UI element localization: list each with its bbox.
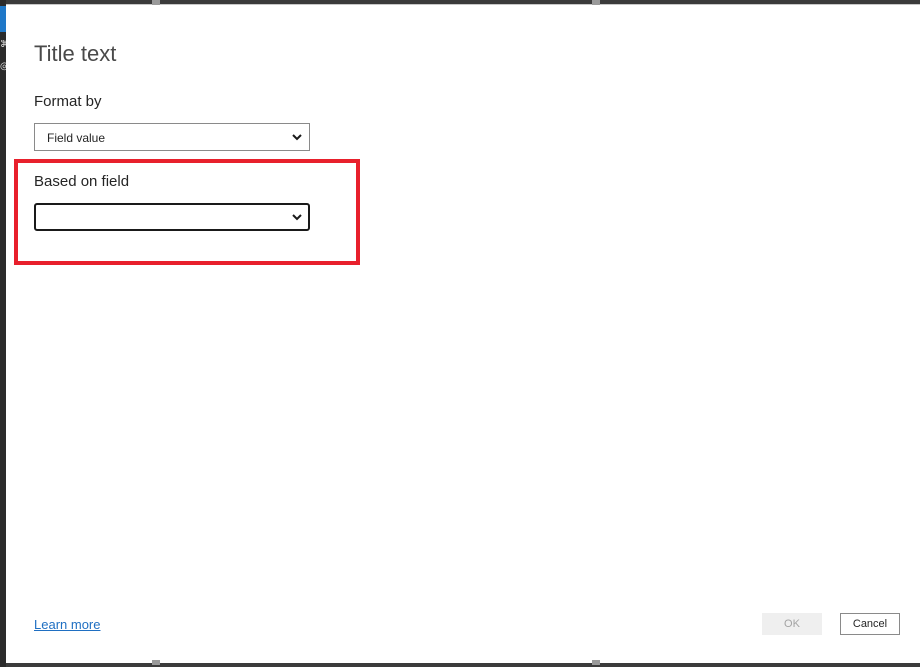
conditional-format-dialog: ✕ Title text Format by Field value Based… xyxy=(6,0,920,665)
resize-grip[interactable] xyxy=(152,0,160,5)
format-by-value: Field value xyxy=(47,131,106,145)
screen: ⌘ ◎ ✕ Title text Format by Field value B… xyxy=(0,0,920,667)
chevron-down-icon xyxy=(292,134,302,141)
learn-more-link[interactable]: Learn more xyxy=(34,617,100,632)
resize-grip[interactable] xyxy=(152,660,160,665)
chevron-down-icon xyxy=(292,214,302,221)
dialog-title: Title text xyxy=(34,41,117,66)
format-by-select[interactable]: Field value xyxy=(34,123,310,151)
cancel-button[interactable]: Cancel xyxy=(840,613,900,635)
based-on-field-label: Based on field xyxy=(34,173,130,190)
resize-grip[interactable] xyxy=(592,0,600,5)
ok-button[interactable]: OK xyxy=(762,613,822,635)
based-on-field-select[interactable] xyxy=(34,203,310,231)
resize-grip[interactable] xyxy=(592,660,600,665)
format-by-label: Format by xyxy=(34,93,102,110)
